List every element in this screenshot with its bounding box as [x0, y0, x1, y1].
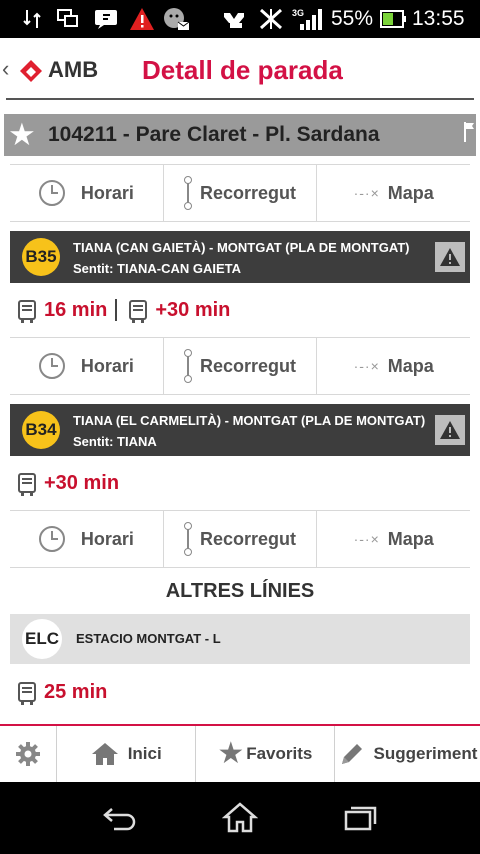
suggeriment-label: Suggeriment: [373, 744, 478, 763]
suggeriment-button[interactable]: Suggeriment: [333, 726, 480, 782]
horari-button[interactable]: Horari: [10, 338, 163, 394]
arrival-times: 25 min: [10, 666, 470, 718]
clock-icon: [38, 353, 65, 379]
amb-logo-icon[interactable]: [18, 58, 44, 84]
bus-icon: [18, 473, 36, 496]
favorits-button[interactable]: ★ Favorits: [194, 726, 334, 782]
gear-icon: [15, 742, 40, 766]
recorregut-label: Recorregut: [199, 528, 297, 549]
arrival-times: 16 min +30 min: [10, 284, 470, 336]
recorregut-label: Recorregut: [199, 355, 297, 376]
recorregut-button[interactable]: Recorregut: [162, 165, 317, 221]
back-button[interactable]: [100, 798, 140, 838]
line-direction: Sentit: TIANA: [73, 434, 157, 449]
line-badge: ELC: [22, 619, 62, 659]
line-actions: Horari Recorregut ·-·× Mapa: [10, 337, 471, 395]
horari-button[interactable]: Horari: [10, 511, 163, 567]
mapa-label: Mapa: [387, 355, 434, 376]
bottom-nav: Inici ★ Favorits Suggeriment: [0, 726, 480, 782]
stop-actions: Horari Recorregut ·-·× Mapa: [10, 164, 471, 222]
recorregut-button[interactable]: Recorregut: [162, 338, 317, 394]
line-route-name: TIANA (CAN GAIETÀ) - MONTGAT (PLA DE MON…: [73, 240, 410, 255]
clock-time: 13:55: [412, 7, 465, 30]
other-line-header[interactable]: ELC ESTACIO MONTGAT - L: [10, 614, 470, 664]
map-route-icon: ·-·×: [353, 185, 380, 201]
line-direction: Sentit: TIANA-CAN GAIETA: [73, 261, 242, 276]
screen-mirror-icon: [56, 7, 80, 31]
flag-icon[interactable]: [464, 122, 474, 142]
line-header[interactable]: B34 TIANA (EL CARMELITÀ) - MONTGAT (PLA …: [10, 404, 470, 456]
settings-button[interactable]: [0, 726, 56, 782]
nfc-icon: [222, 7, 250, 31]
map-route-icon: ·-·×: [353, 531, 380, 547]
route-icon: [183, 176, 192, 210]
arrival-time: +30 min: [155, 298, 231, 321]
system-nav-bar: [0, 782, 480, 854]
app-notification-icon: [162, 7, 190, 31]
other-lines-title: ALTRES LÍNIES: [165, 580, 315, 602]
route-icon: [183, 349, 192, 383]
home-button[interactable]: [220, 798, 260, 838]
battery-icon: [380, 7, 406, 31]
app-header: ‹ AMB Detall de parada: [0, 38, 480, 100]
favorits-label: Favorits: [246, 744, 313, 763]
message-icon: [93, 7, 119, 31]
horari-label: Horari: [80, 355, 134, 376]
favorite-star-icon[interactable]: ★: [8, 118, 36, 152]
route-icon: [183, 522, 192, 556]
line-route-name: TIANA (EL CARMELITÀ) - MONTGAT (PLA DE M…: [73, 413, 426, 428]
recents-button[interactable]: [340, 798, 380, 838]
clock-icon: [38, 526, 65, 552]
data-transfer-icon: [22, 7, 44, 31]
star-icon: ★: [217, 737, 245, 770]
line-badge: B35: [22, 238, 60, 276]
stop-title: 104211 - Pare Claret - Pl. Sardana: [48, 123, 380, 146]
mapa-button[interactable]: ·-·× Mapa: [316, 338, 471, 394]
mapa-button[interactable]: ·-·× Mapa: [316, 165, 471, 221]
line-actions: Horari Recorregut ·-·× Mapa: [10, 510, 471, 568]
clock-icon: [38, 180, 65, 206]
header-divider: [6, 98, 474, 100]
inici-label: Inici: [127, 744, 162, 763]
back-chevron-icon[interactable]: ‹: [2, 58, 9, 80]
battery-percent: 55%: [331, 7, 374, 30]
back-arrow-icon: [103, 808, 136, 831]
bluetooth-off-icon: [258, 7, 284, 31]
recorregut-label: Recorregut: [199, 182, 297, 203]
line-route-name: ESTACIO MONTGAT - L: [76, 631, 221, 646]
mapa-label: Mapa: [387, 182, 434, 203]
map-route-icon: ·-·×: [353, 358, 380, 374]
line-header[interactable]: B35 TIANA (CAN GAIETÀ) - MONTGAT (PLA DE…: [10, 231, 470, 283]
bus-icon: [18, 300, 36, 323]
pencil-icon: [341, 744, 362, 764]
line-badge: B34: [22, 411, 60, 449]
inici-button[interactable]: Inici: [55, 726, 195, 782]
bus-icon: [18, 682, 36, 705]
stop-header: ★ 104211 - Pare Claret - Pl. Sardana: [4, 114, 476, 156]
horari-button[interactable]: Horari: [10, 165, 163, 221]
mapa-button[interactable]: ·-·× Mapa: [316, 511, 471, 567]
svg-text:3G: 3G: [292, 8, 304, 18]
home-icon: [91, 743, 118, 765]
bus-icon: [129, 300, 148, 323]
arrival-time: 16 min: [44, 298, 108, 321]
horari-label: Horari: [80, 528, 134, 549]
logo-text[interactable]: AMB: [48, 57, 98, 83]
arrival-time: 25 min: [44, 680, 108, 703]
home-outline-icon: [222, 802, 258, 833]
alert-icon: [129, 7, 155, 31]
mapa-label: Mapa: [387, 528, 434, 549]
warning-icon[interactable]: [435, 415, 465, 445]
arrival-times: +30 min: [10, 457, 470, 509]
warning-icon[interactable]: [435, 242, 465, 272]
status-bar: 3G 55% 13:55: [0, 0, 480, 38]
recents-icon: [344, 806, 377, 831]
arrival-time: +30 min: [44, 471, 120, 494]
signal-icon: 3G: [292, 7, 324, 31]
divider: [115, 299, 118, 321]
recorregut-button[interactable]: Recorregut: [162, 511, 317, 567]
page-title: Detall de parada: [142, 55, 343, 85]
horari-label: Horari: [80, 182, 134, 203]
